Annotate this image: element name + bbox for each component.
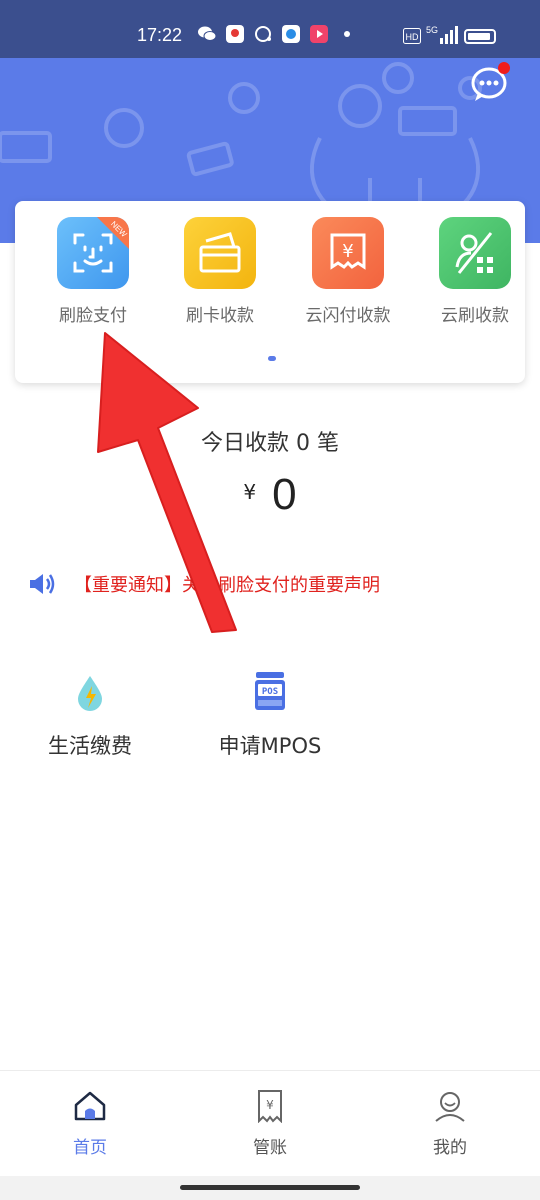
service-label: 生活缴费 [48,734,132,758]
card-swipe-tile [184,217,256,289]
qr-scan-icon [455,232,493,274]
chat-app-icon [255,26,271,42]
cloud-swipe-button[interactable]: 云刷收款 [425,217,525,326]
status-bar: 17:22 HD 5G [0,0,540,58]
status-time: 17:22 [137,25,183,45]
svg-text:5G: 5G [426,25,438,35]
today-count: 今日收款 0 笔 [201,431,339,456]
unread-badge [498,62,510,74]
svg-text:HD: HD [406,32,419,42]
video-app-icon [310,25,328,43]
pos-terminal-icon: POS [255,672,285,710]
face-scan-tile: NEW [57,217,129,289]
notice-text[interactable]: 【重要通知】关于刷脸支付的重要声明 [74,571,380,597]
signal-icon: 5G [426,25,458,44]
quick-function-card: NEW 刷脸支付 刷卡收款 ¥ 云闪付收款 云刷收款 [15,201,525,383]
speaker-icon [30,574,55,594]
card-swipe-icon [199,232,241,273]
app-screen: 17:22 HD 5G NEW 刷脸支付 刷卡收款 ¥ 云闪付收款 云刷收款 今… [0,0,540,1200]
pager-indicator [268,356,276,361]
ledger-icon: ¥ [258,1090,282,1124]
location-app-icon [226,25,244,43]
func-label: 云刷收款 [441,306,509,326]
service-label: 申请MPOS [218,734,322,758]
amount-value: 0 [272,470,297,519]
home-icon [74,1091,106,1121]
face-scan-icon: NEW [73,217,129,273]
dot-indicator-icon [344,31,350,37]
apply-mpos-button[interactable]: POS 申请MPOS [212,672,328,760]
face-pay-button[interactable]: NEW 刷脸支付 [43,217,143,326]
wechat-icon [198,26,217,41]
water-drop-icon [78,676,102,711]
tab-ledger[interactable]: ¥ 管账 [210,1089,330,1158]
profile-icon [435,1092,465,1122]
svg-text:¥: ¥ [266,1098,274,1112]
svg-text:POS: POS [262,687,278,697]
tab-label: 首页 [73,1138,107,1158]
yuan-receipt-tile: ¥ [312,217,384,289]
tab-label: 管账 [253,1138,287,1158]
func-label: 云闪付收款 [305,306,391,326]
card-swipe-button[interactable]: 刷卡收款 [170,217,270,326]
cloud-flash-pay-button[interactable]: ¥ 云闪付收款 [298,217,398,326]
func-label: 刷脸支付 [59,306,127,326]
qr-scan-tile [439,217,511,289]
hd-badge-icon: HD [403,28,421,44]
currency-symbol: ¥ [243,480,257,504]
yuan-receipt-icon: ¥ [330,233,366,270]
notice-bar[interactable]: 【重要通知】关于刷脸支付的重要声明 [28,570,380,598]
tab-label: 我的 [433,1138,467,1158]
func-label: 刷卡收款 [186,306,254,326]
status-app-icons [197,24,357,44]
tab-home[interactable]: 首页 [30,1089,150,1158]
bottom-tab-bar: 首页 ¥ 管账 我的 [0,1070,540,1176]
tab-profile[interactable]: 我的 [390,1089,510,1158]
home-indicator[interactable] [180,1185,360,1190]
circle-app-icon [282,25,300,43]
svg-text:¥: ¥ [342,241,353,262]
battery-icon [464,29,496,44]
today-amount: ¥0 [0,470,540,520]
life-payment-button[interactable]: 生活缴费 [45,672,135,760]
